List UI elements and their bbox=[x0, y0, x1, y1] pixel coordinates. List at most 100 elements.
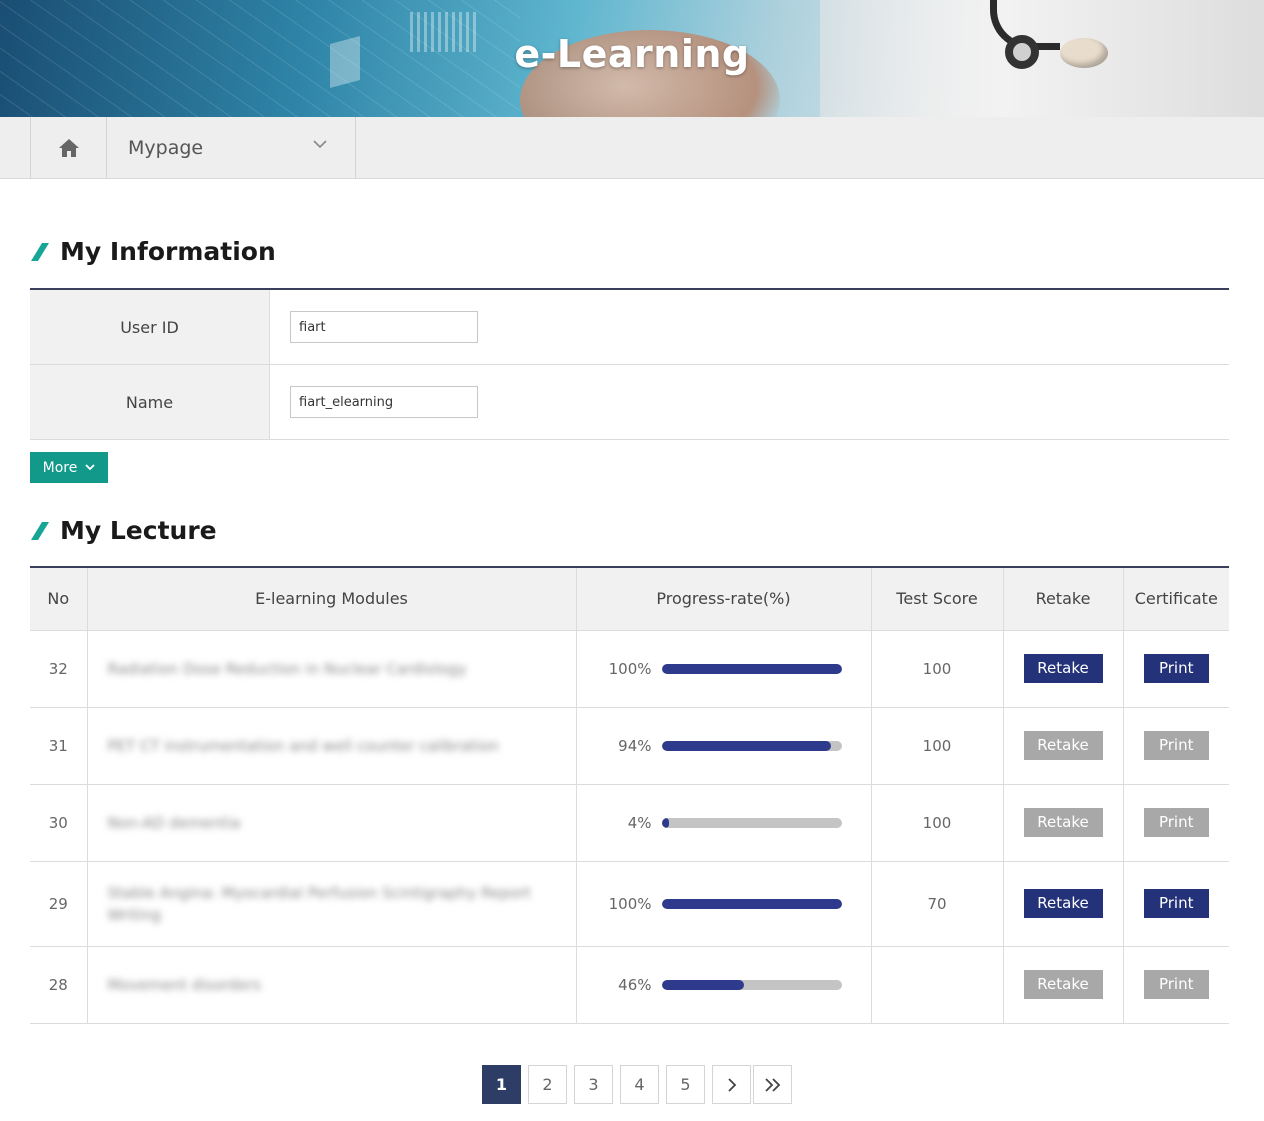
test-score: 100 bbox=[870, 707, 1003, 785]
progress-bar-fill bbox=[661, 663, 842, 674]
progress-label: 100% bbox=[608, 659, 652, 678]
page-button-1[interactable]: 1 bbox=[482, 1065, 521, 1104]
certificate-cell: Print bbox=[1122, 630, 1229, 708]
info-label: Name bbox=[30, 365, 270, 439]
hero-banner: e-Learning bbox=[0, 0, 1264, 117]
section-title-my-lecture: My Lecture bbox=[30, 516, 217, 545]
print-certificate-button[interactable]: Print bbox=[1143, 970, 1209, 999]
certificate-cell: Print bbox=[1122, 946, 1229, 1024]
info-row-user-id: User ID bbox=[30, 290, 1229, 365]
progress-bar-fill bbox=[661, 740, 831, 751]
page-button-5[interactable]: 5 bbox=[666, 1065, 705, 1104]
module-cell: Non-AD dementia bbox=[86, 784, 576, 862]
progress-bar bbox=[661, 898, 842, 909]
home-button[interactable] bbox=[30, 117, 107, 178]
column-header-modules: E-learning Modules bbox=[86, 567, 576, 631]
progress-cell: 100% bbox=[575, 630, 871, 708]
progress-bar-fill bbox=[661, 817, 669, 828]
print-certificate-button[interactable]: Print bbox=[1143, 889, 1209, 918]
name-field[interactable] bbox=[290, 386, 478, 418]
table-header-row: No E-learning Modules Progress-rate(%) T… bbox=[30, 567, 1229, 631]
progress-bar-fill bbox=[661, 979, 745, 990]
progress-cell: 46% bbox=[575, 946, 871, 1024]
progress-bar bbox=[661, 817, 842, 828]
retake-button[interactable]: Retake bbox=[1023, 731, 1103, 760]
module-cell: PET CT instrumentation and well counter … bbox=[86, 707, 576, 785]
info-label: User ID bbox=[30, 290, 270, 364]
certificate-cell: Print bbox=[1122, 707, 1229, 785]
module-cell: Radiation Dose Reduction in Nuclear Card… bbox=[86, 630, 576, 708]
more-button-label: More bbox=[42, 459, 78, 476]
print-certificate-button[interactable]: Print bbox=[1143, 654, 1209, 683]
print-certificate-button[interactable]: Print bbox=[1143, 808, 1209, 837]
retake-button[interactable]: Retake bbox=[1023, 808, 1103, 837]
page-button-2[interactable]: 2 bbox=[528, 1065, 567, 1104]
pagination: 1 2 3 4 5 bbox=[482, 1065, 799, 1104]
table-row: 30 Non-AD dementia 4% 100 Retake Print bbox=[30, 784, 1229, 862]
page-button-4[interactable]: 4 bbox=[620, 1065, 659, 1104]
column-header-score: Test Score bbox=[870, 567, 1003, 631]
progress-label: 94% bbox=[618, 736, 652, 755]
breadcrumb-bar: Mypage bbox=[0, 117, 1264, 179]
progress-bar-fill bbox=[661, 898, 842, 909]
retake-button[interactable]: Retake bbox=[1023, 889, 1103, 918]
module-cell: Stable Angina: Myocardial Perfusion Scin… bbox=[86, 861, 576, 947]
info-row-name: Name bbox=[30, 365, 1229, 440]
certificate-cell: Print bbox=[1122, 861, 1229, 947]
progress-cell: 100% bbox=[575, 861, 871, 947]
column-header-progress: Progress-rate(%) bbox=[575, 567, 871, 631]
banner-title: e-Learning bbox=[514, 32, 750, 76]
progress-cell: 4% bbox=[575, 784, 871, 862]
section-heading: My Lecture bbox=[60, 516, 217, 545]
module-title[interactable]: Non-AD dementia bbox=[108, 812, 556, 834]
row-number: 28 bbox=[30, 946, 87, 1024]
breadcrumb-dropdown[interactable]: Mypage bbox=[107, 117, 356, 178]
breadcrumb-current: Mypage bbox=[128, 136, 204, 159]
test-score: 100 bbox=[870, 630, 1003, 708]
progress-bar bbox=[661, 979, 842, 990]
table-row: 31 PET CT instrumentation and well counte… bbox=[30, 707, 1229, 785]
info-value-cell bbox=[270, 365, 1229, 439]
retake-button[interactable]: Retake bbox=[1023, 654, 1103, 683]
last-page-button[interactable] bbox=[753, 1065, 792, 1104]
row-number: 31 bbox=[30, 707, 87, 785]
module-cell: Movement disorders bbox=[86, 946, 576, 1024]
lecture-table: No E-learning Modules Progress-rate(%) T… bbox=[30, 566, 1229, 1024]
section-heading: My Information bbox=[60, 237, 276, 266]
progress-label: 100% bbox=[608, 894, 652, 913]
column-header-certificate: Certificate bbox=[1122, 567, 1229, 631]
column-header-no: No bbox=[30, 567, 87, 631]
test-score: 70 bbox=[870, 861, 1003, 947]
module-title[interactable]: Stable Angina: Myocardial Perfusion Scin… bbox=[108, 882, 556, 926]
double-chevron-right-icon bbox=[764, 1077, 780, 1092]
row-number: 32 bbox=[30, 630, 87, 708]
progress-bar bbox=[661, 740, 842, 751]
section-marker-icon bbox=[31, 242, 49, 261]
module-title[interactable]: PET CT instrumentation and well counter … bbox=[108, 735, 556, 757]
test-score: 100 bbox=[870, 784, 1003, 862]
user-id-field[interactable] bbox=[290, 311, 478, 343]
chevron-down-icon bbox=[85, 464, 95, 471]
module-title[interactable]: Radiation Dose Reduction in Nuclear Card… bbox=[108, 658, 556, 680]
test-score bbox=[870, 946, 1003, 1024]
table-row: 29 Stable Angina: Myocardial Perfusion Sc… bbox=[30, 861, 1229, 947]
retake-cell: Retake bbox=[1002, 946, 1123, 1024]
next-page-button[interactable] bbox=[712, 1065, 751, 1104]
print-certificate-button[interactable]: Print bbox=[1143, 731, 1209, 760]
retake-cell: Retake bbox=[1002, 861, 1123, 947]
progress-label: 4% bbox=[627, 813, 652, 832]
page-button-3[interactable]: 3 bbox=[574, 1065, 613, 1104]
chevron-down-icon bbox=[313, 140, 327, 149]
module-title[interactable]: Movement disorders bbox=[108, 974, 556, 996]
retake-button[interactable]: Retake bbox=[1023, 970, 1103, 999]
retake-cell: Retake bbox=[1002, 630, 1123, 708]
more-button[interactable]: More bbox=[30, 452, 108, 483]
progress-bar bbox=[661, 663, 842, 674]
table-row: 32 Radiation Dose Reduction in Nuclear Ca… bbox=[30, 630, 1229, 708]
table-row: 28 Movement disorders 46% Retake Print bbox=[30, 946, 1229, 1024]
row-number: 29 bbox=[30, 861, 87, 947]
column-header-retake: Retake bbox=[1002, 567, 1123, 631]
chevron-right-icon bbox=[727, 1077, 736, 1092]
info-value-cell bbox=[270, 290, 1229, 364]
info-table: User ID Name bbox=[30, 288, 1229, 440]
